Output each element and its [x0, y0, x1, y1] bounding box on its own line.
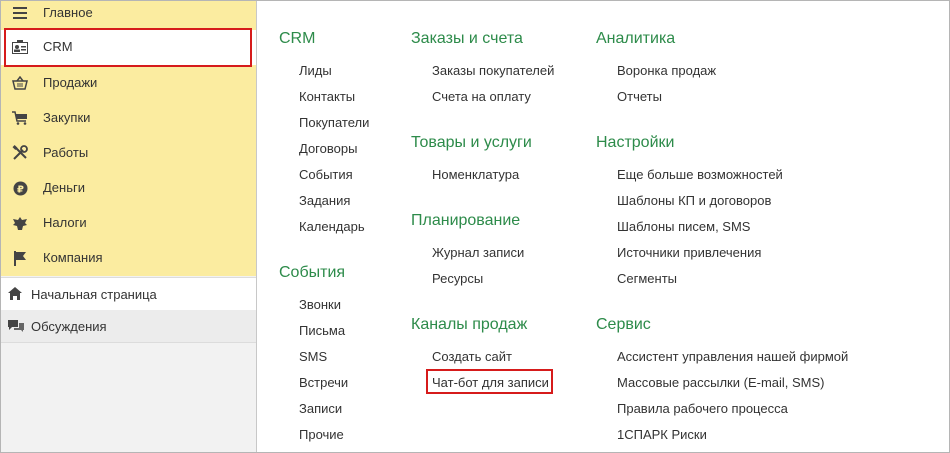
group-title-settings: Настройки	[596, 134, 675, 151]
group-title-orders: Заказы и счета	[411, 30, 523, 47]
link-assistant[interactable]: Ассистент управления нашей фирмой	[617, 349, 848, 364]
ruble-coin-icon: ₽	[12, 180, 28, 196]
link-resources[interactable]: Ресурсы	[432, 271, 483, 286]
group-title-sales-channels: Каналы продаж	[411, 316, 528, 333]
section-label: Налоги	[43, 215, 87, 230]
link-tasks[interactable]: Задания	[299, 193, 350, 208]
link-mass-mailing[interactable]: Массовые рассылки (E-mail, SMS)	[617, 375, 825, 390]
link-segments[interactable]: Сегменты	[617, 271, 677, 286]
cart-icon	[12, 110, 28, 126]
link-sales-funnel[interactable]: Воронка продаж	[617, 63, 716, 78]
link-templates-letters[interactable]: Шаблоны писем, SMS	[617, 219, 750, 234]
discussions-link[interactable]: Обсуждения	[1, 310, 256, 343]
section-sales[interactable]: Продажи	[1, 66, 256, 101]
link-calendar[interactable]: Календарь	[299, 219, 365, 234]
group-title-events: События	[279, 264, 346, 281]
section-label: Закупки	[43, 110, 91, 125]
link-sms[interactable]: SMS	[299, 349, 327, 364]
shopping-basket-icon	[12, 75, 28, 91]
group-title-service: Сервис	[596, 316, 651, 333]
group-title-analytics: Аналитика	[596, 30, 676, 47]
link-contracts[interactable]: Договоры	[299, 141, 357, 156]
sections-panel: Главное CRM Продажи Закупки Работы ₽ Ден…	[1, 1, 256, 276]
link-booking-journal[interactable]: Журнал записи	[432, 245, 524, 260]
section-purchases[interactable]: Закупки	[1, 101, 256, 136]
link-reports[interactable]: Отчеты	[617, 89, 662, 104]
menu-icon	[12, 5, 28, 21]
chat-bubbles-icon	[8, 319, 24, 333]
section-label: Продажи	[43, 75, 98, 90]
section-money[interactable]: ₽ Деньги	[1, 171, 256, 206]
section-label: Работы	[43, 145, 89, 160]
app-window: Главное CRM Продажи Закупки Работы ₽ Ден…	[0, 0, 950, 453]
group-title-planning: Планирование	[411, 212, 521, 229]
section-company[interactable]: Компания	[1, 241, 256, 276]
home-icon	[8, 287, 24, 301]
sidebar: Главное CRM Продажи Закупки Работы ₽ Ден…	[1, 1, 257, 452]
link-create-site[interactable]: Создать сайт	[432, 349, 512, 364]
flag-icon	[12, 250, 28, 266]
section-works[interactable]: Работы	[1, 136, 256, 171]
home-page-link[interactable]: Начальная страница	[1, 277, 256, 311]
link-leads[interactable]: Лиды	[299, 63, 332, 78]
link-letters[interactable]: Письма	[299, 323, 345, 338]
home-page-label: Начальная страница	[31, 287, 157, 302]
link-lead-sources[interactable]: Источники привлечения	[617, 245, 761, 260]
link-workflow-rules[interactable]: Правила рабочего процесса	[617, 401, 788, 416]
section-crm[interactable]: CRM	[1, 30, 256, 65]
section-label: Компания	[43, 250, 103, 265]
link-nomenclature[interactable]: Номенклатура	[432, 167, 519, 182]
tools-icon	[12, 145, 28, 161]
link-templates-kp[interactable]: Шаблоны КП и договоров	[617, 193, 771, 208]
link-more-features[interactable]: Еще больше возможностей	[617, 167, 783, 182]
svg-text:₽: ₽	[17, 184, 24, 195]
section-taxes[interactable]: Налоги	[1, 206, 256, 241]
link-booking-chatbot[interactable]: Чат-бот для записи	[432, 375, 549, 390]
link-spark-risks[interactable]: 1СПАРК Риски	[617, 427, 707, 442]
link-contacts[interactable]: Контакты	[299, 89, 355, 104]
section-label: CRM	[43, 39, 73, 54]
link-other[interactable]: Прочие	[299, 427, 344, 442]
link-records[interactable]: Записи	[299, 401, 342, 416]
section-main[interactable]: Главное	[1, 0, 256, 31]
link-customers[interactable]: Покупатели	[299, 115, 369, 130]
link-invoices[interactable]: Счета на оплату	[432, 89, 531, 104]
discussions-label: Обсуждения	[31, 319, 107, 334]
eagle-emblem-icon	[12, 215, 28, 231]
link-events[interactable]: События	[299, 167, 353, 182]
link-calls[interactable]: Звонки	[299, 297, 341, 312]
contact-card-icon	[12, 39, 28, 55]
link-customer-orders[interactable]: Заказы покупателей	[432, 63, 554, 78]
link-meetings[interactable]: Встречи	[299, 375, 348, 390]
section-label: Деньги	[43, 180, 85, 195]
group-title-goods: Товары и услуги	[411, 134, 532, 151]
group-title-crm: CRM	[279, 30, 316, 47]
section-label: Главное	[43, 5, 93, 20]
section-content: CRM Лиды Контакты Покупатели Договоры Со…	[257, 1, 949, 452]
